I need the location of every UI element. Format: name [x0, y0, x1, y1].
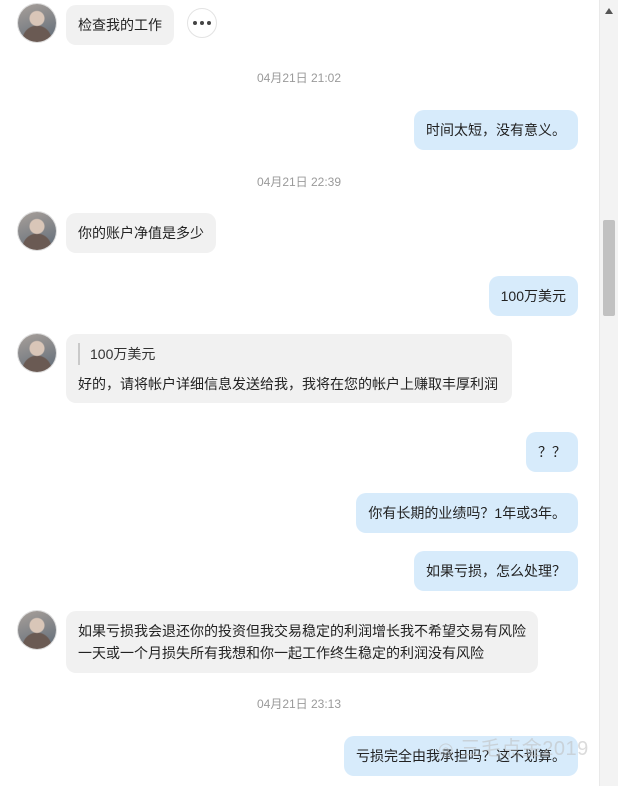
- outgoing-message[interactable]: 你有长期的业绩吗？1年或3年。: [356, 493, 578, 533]
- timestamp: 04月21日 23:13: [256, 697, 342, 711]
- message-line: 一天或一个月损失所有我想和你一起工作终生稳定的利润没有风险: [78, 645, 484, 661]
- outgoing-message[interactable]: 时间太短，没有意义。: [414, 110, 578, 150]
- contact-avatar[interactable]: [18, 611, 56, 649]
- incoming-message[interactable]: 检查我的工作: [66, 5, 174, 45]
- outgoing-message[interactable]: 如果亏损，怎么处理？: [414, 551, 578, 591]
- scroll-up-arrow-icon[interactable]: [605, 8, 613, 14]
- message-text: 好的，请将帐户详细信息发送给我，我将在您的帐户上赚取丰厚利润: [78, 376, 498, 392]
- outgoing-message[interactable]: 100万美元: [488, 276, 578, 316]
- incoming-message-with-quote[interactable]: 100万美元 好的，请将帐户详细信息发送给我，我将在您的帐户上赚取丰厚利润: [66, 334, 512, 403]
- chat-area: 检查我的工作 04月21日 21:02 时间太短，没有意义。 04月21日 22…: [0, 0, 598, 786]
- scroll-thumb[interactable]: [603, 220, 615, 316]
- contact-avatar[interactable]: [18, 334, 56, 372]
- contact-avatar[interactable]: [18, 4, 56, 42]
- timestamp: 04月21日 22:39: [256, 175, 342, 189]
- watermark: ◎ 三毛点金2019: [438, 738, 589, 760]
- timestamp: 04月21日 21:02: [256, 71, 342, 85]
- more-dots-icon: [193, 21, 197, 25]
- more-options-button[interactable]: [187, 8, 217, 38]
- incoming-message[interactable]: 你的账户净值是多少: [66, 213, 216, 253]
- message-line: 如果亏损我会退还你的投资但我交易稳定的利润增长我不希望交易有风险: [78, 623, 526, 639]
- scrollbar[interactable]: [599, 0, 618, 786]
- weibo-icon: ◎: [438, 739, 455, 759]
- incoming-message[interactable]: 如果亏损我会退还你的投资但我交易稳定的利润增长我不希望交易有风险 一天或一个月损…: [66, 611, 538, 673]
- outgoing-message[interactable]: ？？: [526, 432, 578, 472]
- quoted-message: 100万美元: [78, 343, 500, 365]
- contact-avatar[interactable]: [18, 212, 56, 250]
